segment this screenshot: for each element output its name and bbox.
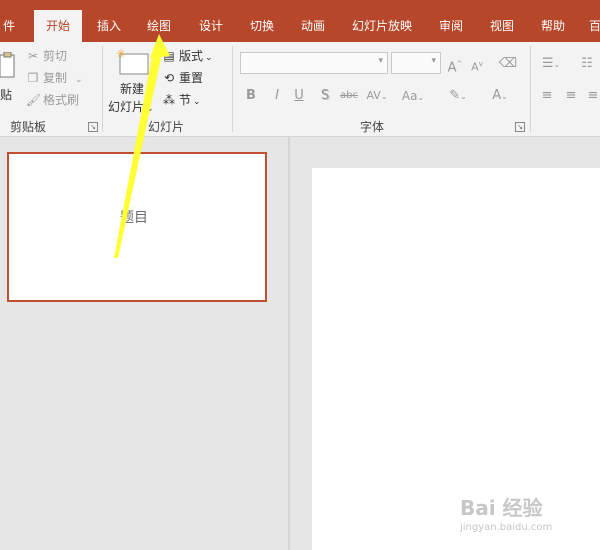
paste-label: 贴	[0, 88, 13, 102]
chevron-down-icon: ⌄	[417, 93, 425, 102]
layout-icon: ▤	[163, 49, 175, 63]
chevron-down-icon: ⌄	[501, 92, 508, 101]
font-color-button[interactable]: A⌄	[486, 86, 514, 106]
align-center-icon[interactable]: ≡	[562, 86, 580, 106]
clipboard-group-label: 剪贴板	[10, 120, 47, 134]
cut-label: 剪切	[43, 49, 68, 63]
copy-button[interactable]: ❐ 复制 ⌄	[26, 68, 83, 88]
bold-button[interactable]: B	[244, 86, 258, 106]
tab-insert[interactable]: 插入	[92, 10, 126, 42]
chevron-down-icon: ⌄	[75, 75, 83, 85]
new-slide-label-line1: 新建	[120, 82, 145, 96]
clipboard-icon	[0, 52, 15, 78]
watermark-url: jingyan.baidu.com	[460, 522, 553, 533]
cut-button[interactable]: ✂ 剪切	[26, 46, 67, 66]
ribbon: 贴 ✂ 剪切 ❐ 复制 ⌄ 🖌 格式刷 剪贴板 ↘ ✳ 新建 幻灯片 ⌄ ▤ 版式 ⌄ ⟲ 重置…	[0, 42, 600, 137]
tab-more[interactable]: 百	[588, 10, 600, 42]
reset-icon: ⟲	[163, 71, 175, 85]
watermark: Bai 经验 jingyan.baidu.com	[460, 484, 580, 544]
reset-button[interactable]: ⟲ 重置	[162, 68, 203, 88]
format-painter-label: 格式刷	[43, 93, 80, 107]
chevron-down-icon: ▾	[378, 56, 383, 66]
font-size-combo[interactable]: ▾	[391, 52, 441, 74]
font-name-combo[interactable]: ▾	[240, 52, 388, 74]
tab-view[interactable]: 视图	[487, 10, 517, 42]
new-slide-button[interactable]: ✳ 新建 幻灯片 ⌄	[108, 46, 158, 114]
highlight-icon[interactable]: ✎⌄	[444, 86, 472, 106]
reset-label: 重置	[179, 71, 204, 85]
scissors-icon: ✂	[27, 49, 39, 63]
tab-help[interactable]: 帮助	[538, 10, 568, 42]
format-painter-button[interactable]: 🖌 格式刷	[26, 90, 79, 110]
tab-design[interactable]: 设计	[196, 10, 226, 42]
chevron-down-icon: ⌄	[193, 97, 201, 107]
paintbrush-icon: 🖌	[26, 93, 42, 107]
watermark-logo: Bai 经验	[460, 496, 543, 520]
clear-format-icon[interactable]: ⌫	[498, 54, 518, 74]
strikethrough-button[interactable]: abc	[338, 86, 360, 106]
numbering-icon[interactable]: ☷	[574, 54, 600, 74]
layout-label: 版式	[179, 49, 204, 63]
chevron-down-icon: ⌄	[205, 53, 213, 63]
ribbon-tab-bar: 件 开始 插入 绘图 设计 切换 动画 幻灯片放映 审阅 视图 帮助 百	[0, 0, 600, 42]
copy-label: 复制	[43, 71, 68, 85]
thumbnail-title-text: 题目	[120, 210, 148, 226]
tab-home[interactable]: 开始	[34, 10, 82, 42]
svg-text:✳: ✳	[116, 48, 126, 61]
tab-transitions[interactable]: 切换	[247, 10, 277, 42]
shrink-font-button[interactable]: Av	[468, 54, 486, 74]
bullets-icon[interactable]: ☰⌄	[538, 54, 564, 74]
tab-file[interactable]: 件	[0, 10, 18, 42]
new-slide-icon: ✳	[116, 48, 149, 75]
paste-button[interactable]: 贴	[0, 48, 18, 108]
section-button[interactable]: ⁂ 节 ⌄	[162, 90, 201, 110]
align-left-icon[interactable]: ≡	[538, 86, 556, 106]
layout-button[interactable]: ▤ 版式 ⌄	[162, 46, 213, 66]
group-separator	[102, 46, 103, 132]
italic-button[interactable]: I	[270, 86, 284, 106]
chevron-down-icon: ⌄	[380, 92, 388, 101]
align-right-icon[interactable]: ≡	[586, 86, 600, 106]
shadow-button[interactable]: S	[318, 86, 332, 106]
clipboard-launcher-icon[interactable]: ↘	[88, 122, 98, 132]
copy-icon: ❐	[27, 71, 39, 85]
section-label: 节	[179, 93, 192, 107]
change-case-button[interactable]: Aa⌄	[400, 86, 426, 106]
font-group-label: 字体	[360, 120, 385, 134]
group-separator	[232, 46, 233, 132]
tab-draw[interactable]: 绘图	[144, 10, 174, 42]
underline-button[interactable]: U	[292, 86, 306, 106]
tab-slideshow[interactable]: 幻灯片放映	[350, 10, 414, 42]
tab-review[interactable]: 审阅	[436, 10, 466, 42]
section-icon: ⁂	[163, 93, 175, 107]
char-spacing-button[interactable]: AV⌄	[364, 86, 390, 106]
chevron-down-icon: ⌄	[146, 104, 154, 114]
font-launcher-icon[interactable]: ↘	[515, 122, 525, 132]
slides-group-label: 幻灯片	[148, 120, 185, 134]
new-slide-label-line2: 幻灯片 ⌄	[108, 100, 154, 114]
tab-animations[interactable]: 动画	[298, 10, 328, 42]
group-separator	[530, 46, 531, 132]
grow-font-button[interactable]: A^	[446, 54, 464, 75]
slide-thumbnail[interactable]	[7, 152, 267, 302]
chevron-down-icon: ▾	[431, 56, 436, 66]
